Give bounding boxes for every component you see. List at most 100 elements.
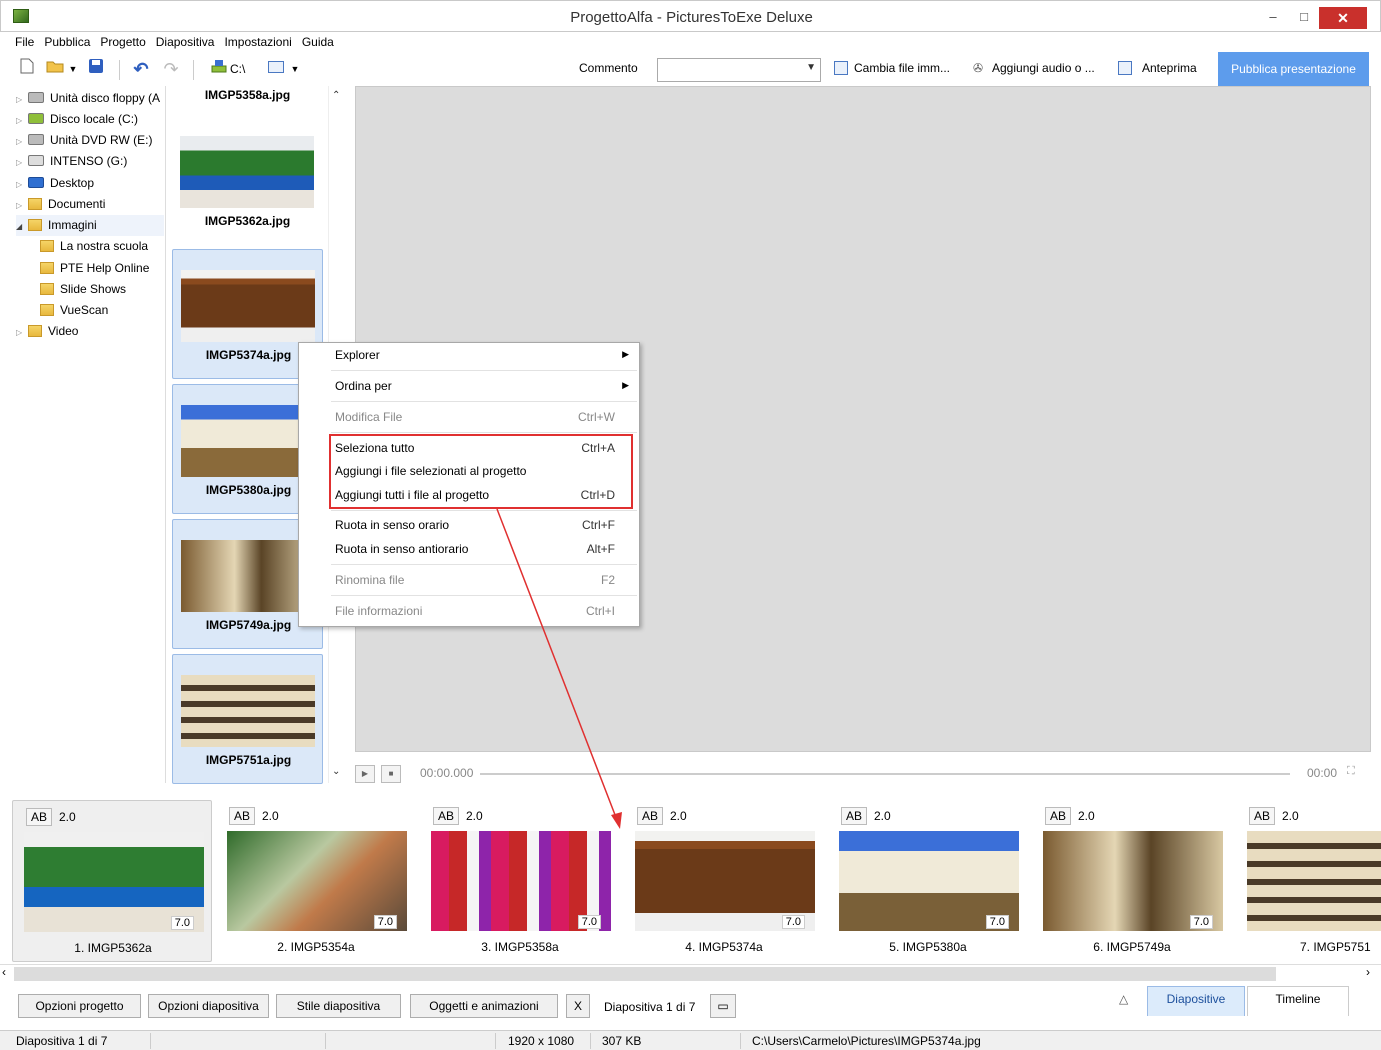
slide-item[interactable]: AB 2.0 7.0 3. IMGP5358a bbox=[420, 800, 620, 962]
tab-diapositive[interactable]: Diapositive bbox=[1147, 986, 1245, 1016]
tree-item-dvd[interactable]: ▷ Unità DVD RW (E:) bbox=[16, 130, 152, 151]
expand-arrow-icon[interactable]: ▷ bbox=[16, 110, 28, 131]
open-folder-icon[interactable] bbox=[44, 58, 66, 80]
slide-item[interactable]: AB 2.0 7.0 1. IMGP5362a bbox=[12, 800, 212, 962]
tab-timeline[interactable]: Timeline bbox=[1247, 986, 1349, 1016]
tree-item-floppy[interactable]: ▷ Unità disco floppy (A bbox=[16, 88, 166, 109]
tree-item-pte-help-online[interactable]: PTE Help Online bbox=[40, 258, 149, 279]
file-thumb[interactable]: IMGP5751a.jpg bbox=[172, 654, 323, 784]
dvd-drive-icon bbox=[28, 134, 44, 145]
menu-item-rotate-cw[interactable]: Ruota in senso orario bbox=[335, 515, 449, 535]
close-button[interactable]: ✕ bbox=[1319, 7, 1367, 29]
status-resolution: 1920 x 1080 bbox=[508, 1034, 575, 1048]
slide-item[interactable]: AB 2.0 7.0 4. IMGP5374a bbox=[624, 800, 824, 962]
menu-item-rename[interactable]: Rinomina file bbox=[335, 570, 404, 590]
slide-item[interactable]: AB 2.0 7.0 6. IMGP5749a bbox=[1032, 800, 1232, 962]
open-dropdown-icon[interactable]: ▼ bbox=[67, 58, 79, 80]
scroll-left-icon[interactable]: ‹ bbox=[2, 965, 6, 979]
slide-style-button[interactable]: Stile diapositiva bbox=[276, 994, 401, 1018]
restore-button[interactable]: □ bbox=[1290, 7, 1318, 27]
status-filesize: 307 KB bbox=[602, 1034, 642, 1048]
scroll-thumb[interactable] bbox=[14, 967, 1276, 981]
menu-pubblica[interactable]: Pubblica bbox=[39, 32, 95, 52]
status-path: C:\Users\Carmelo\Pictures\IMGP5374a.jpg bbox=[752, 1034, 981, 1048]
collapse-up-icon[interactable]: △ bbox=[1119, 992, 1128, 1006]
tree-item-la-nostra-scuola[interactable]: La nostra scuola bbox=[40, 236, 148, 257]
slide-name: 6. IMGP5749a bbox=[1093, 940, 1171, 954]
tree-item-intenso[interactable]: ▷ INTENSO (G:) bbox=[16, 151, 127, 172]
change-image-icon[interactable] bbox=[834, 61, 848, 75]
file-thumb[interactable]: IMGP5358a.jpg bbox=[172, 0, 323, 120]
menu-item-sort[interactable]: Ordina per bbox=[335, 376, 392, 396]
thumbnail-image bbox=[181, 675, 315, 747]
submenu-arrow-icon: ▶ bbox=[622, 380, 629, 390]
folder-icon bbox=[40, 304, 54, 316]
tree-item-video[interactable]: ▷ Video bbox=[16, 321, 78, 342]
minimize-button[interactable]: – bbox=[1259, 7, 1287, 27]
slide-options-button[interactable]: Opzioni diapositiva bbox=[148, 994, 269, 1018]
slide-item[interactable]: AB 2.0 7.0 5. IMGP5380a bbox=[828, 800, 1028, 962]
status-slide: Diapositiva 1 di 7 bbox=[16, 1034, 108, 1048]
slide-navigator-icon[interactable]: ▭ bbox=[710, 994, 736, 1018]
new-file-icon[interactable] bbox=[18, 58, 36, 80]
undo-icon[interactable]: ↶ bbox=[131, 58, 151, 80]
comment-combobox[interactable]: ▼ bbox=[657, 58, 821, 82]
change-file-button[interactable]: Cambia file imm... bbox=[854, 61, 950, 75]
fullscreen-icon[interactable]: ⛶ bbox=[1347, 765, 1355, 778]
add-audio-button[interactable]: Aggiungi audio o ... bbox=[992, 61, 1095, 75]
file-thumb[interactable]: IMGP5362a.jpg bbox=[172, 116, 323, 246]
expand-arrow-icon[interactable]: ▷ bbox=[16, 152, 28, 173]
chevron-down-icon[interactable]: ▼ bbox=[806, 62, 816, 73]
video-folder-icon bbox=[28, 325, 42, 337]
transition-ab-button[interactable]: AB bbox=[229, 807, 255, 825]
scroll-down-icon[interactable]: ⌄ bbox=[332, 766, 340, 777]
transition-duration: 2.0 bbox=[874, 809, 891, 823]
menu-progetto[interactable]: Progetto bbox=[95, 32, 150, 52]
transition-ab-button[interactable]: AB bbox=[841, 807, 867, 825]
transition-ab-button[interactable]: AB bbox=[637, 807, 663, 825]
preview-button[interactable]: Anteprima bbox=[1142, 61, 1197, 75]
scroll-right-icon[interactable]: › bbox=[1366, 965, 1370, 979]
thumbnail-image bbox=[180, 136, 314, 208]
transition-ab-button[interactable]: AB bbox=[26, 808, 52, 826]
expand-arrow-icon[interactable]: ▷ bbox=[16, 89, 28, 110]
seek-slider[interactable] bbox=[480, 773, 1290, 775]
menu-file[interactable]: File bbox=[10, 32, 39, 52]
play-icon[interactable]: ▶ bbox=[355, 765, 375, 783]
preview-icon[interactable] bbox=[1118, 61, 1132, 75]
expand-arrow-icon[interactable]: ▷ bbox=[16, 174, 28, 195]
menu-item-edit-file[interactable]: Modifica File bbox=[335, 407, 402, 427]
project-options-button[interactable]: Opzioni progetto bbox=[18, 994, 141, 1018]
close-x-button[interactable]: X bbox=[566, 994, 590, 1018]
highlight-box bbox=[329, 434, 633, 509]
transition-ab-button[interactable]: AB bbox=[1249, 807, 1275, 825]
collapse-arrow-icon[interactable]: ◢ bbox=[16, 216, 28, 237]
shortcut-label: Ctrl+F bbox=[582, 518, 615, 532]
menu-item-file-info[interactable]: File informazioni bbox=[335, 601, 422, 621]
stop-icon[interactable]: ■ bbox=[381, 765, 401, 783]
transition-ab-button[interactable]: AB bbox=[1045, 807, 1071, 825]
menu-item-explorer[interactable]: Explorer bbox=[335, 345, 380, 365]
tree-item-documenti[interactable]: ▷ Documenti bbox=[16, 194, 105, 215]
expand-arrow-icon[interactable]: ▷ bbox=[16, 195, 28, 216]
tree-item-slide-shows[interactable]: Slide Shows bbox=[40, 279, 126, 300]
audio-icon[interactable]: ✇ bbox=[973, 61, 983, 75]
objects-animations-button[interactable]: Oggetti e animazioni bbox=[410, 994, 558, 1018]
expand-arrow-icon[interactable]: ▷ bbox=[16, 322, 28, 343]
transition-duration: 2.0 bbox=[59, 810, 76, 824]
menu-item-rotate-ccw[interactable]: Ruota in senso antiorario bbox=[335, 539, 468, 559]
publish-button[interactable]: Pubblica presentazione bbox=[1218, 52, 1369, 86]
save-icon[interactable] bbox=[86, 58, 106, 80]
slide-item[interactable]: AB 2.0 7. IMGP5751 bbox=[1236, 800, 1381, 962]
filmstrip-scrollbar[interactable]: ‹ › bbox=[0, 964, 1381, 982]
slide-thumbnail: 7.0 bbox=[431, 831, 611, 931]
scroll-up-icon[interactable]: ⌃ bbox=[332, 90, 340, 101]
toolbar-divider bbox=[119, 60, 120, 80]
slide-item[interactable]: AB 2.0 7.0 2. IMGP5354a bbox=[216, 800, 416, 962]
tree-item-vuescan[interactable]: VueScan bbox=[40, 300, 108, 321]
tree-item-local-disk[interactable]: ▷ Disco locale (C:) bbox=[16, 109, 138, 130]
tree-item-desktop[interactable]: ▷ Desktop bbox=[16, 173, 94, 194]
transition-ab-button[interactable]: AB bbox=[433, 807, 459, 825]
tree-item-immagini[interactable]: ◢ Immagini bbox=[16, 215, 164, 236]
expand-arrow-icon[interactable]: ▷ bbox=[16, 131, 28, 152]
